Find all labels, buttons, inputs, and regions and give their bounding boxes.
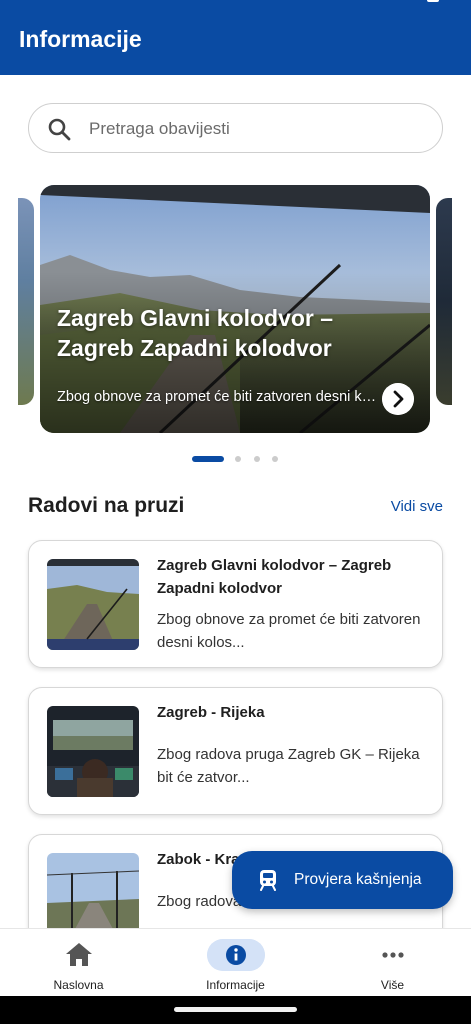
next-slide-preview[interactable] bbox=[436, 198, 452, 405]
pagination-dot-active[interactable] bbox=[192, 456, 224, 462]
nav-item-more[interactable]: Više bbox=[314, 929, 471, 997]
nav-item-home[interactable]: Naslovna bbox=[0, 929, 157, 997]
search-icon bbox=[48, 118, 71, 141]
page-title: Informacije bbox=[19, 26, 142, 52]
card-thumbnail bbox=[47, 706, 139, 797]
search-placeholder: Pretraga obavijesti bbox=[89, 119, 230, 138]
info-icon bbox=[206, 939, 265, 971]
news-card[interactable]: Zagreb Glavni kolodvor – Zagreb Zapadni … bbox=[28, 540, 443, 668]
chevron-right-icon[interactable] bbox=[382, 383, 414, 415]
nav-label-home: Naslovna bbox=[53, 978, 104, 992]
carousel-slide[interactable]: Zagreb Glavni kolodvor – Zagreb Zapadni … bbox=[40, 185, 430, 433]
card-title: Zagreb - Rijeka bbox=[157, 704, 265, 721]
nav-item-info[interactable]: Informacije bbox=[157, 929, 314, 997]
pagination-dot[interactable] bbox=[254, 456, 260, 462]
card-thumbnail bbox=[47, 559, 139, 650]
more-icon bbox=[381, 952, 404, 958]
bottom-navigation: Naslovna Informacije Više bbox=[0, 928, 471, 996]
slide-title: Zagreb Glavni kolodvor – Zagreb Zapadni … bbox=[57, 305, 334, 361]
nav-label-more: Više bbox=[380, 978, 405, 992]
news-carousel[interactable]: Zagreb Glavni kolodvor – Zagreb Zapadni … bbox=[0, 185, 471, 435]
nav-label-info: Informacije bbox=[206, 978, 265, 992]
card-text: Zbog obnove za promet će biti zatvoren d… bbox=[157, 611, 421, 651]
previous-slide-preview[interactable] bbox=[18, 198, 34, 405]
pagination-dot[interactable] bbox=[235, 456, 241, 462]
pagination-dot[interactable] bbox=[272, 456, 278, 462]
delay-check-label: Provjera kašnjenja bbox=[294, 871, 422, 888]
app-bar: Informacije bbox=[0, 0, 471, 75]
train-icon bbox=[260, 870, 276, 891]
card-title: Zagreb Glavni kolodvor – Zagreb Zapadni … bbox=[157, 557, 392, 597]
card-text: Zbog radova pruga Zagreb GK – Rijeka bit… bbox=[157, 746, 420, 786]
system-gesture-bar bbox=[0, 996, 471, 1024]
slide-text: Zbog obnove za promet će biti zatvoren d… bbox=[57, 389, 379, 405]
battery-icon bbox=[427, 0, 439, 2]
home-icon bbox=[65, 943, 92, 966]
home-gesture-handle[interactable] bbox=[174, 1007, 297, 1012]
search-input[interactable]: Pretraga obavijesti bbox=[28, 103, 443, 153]
delay-check-button[interactable]: Provjera kašnjenja bbox=[232, 851, 453, 909]
news-card[interactable]: Zagreb - Rijeka Zbog radova pruga Zagreb… bbox=[28, 687, 443, 815]
see-all-link[interactable]: Vidi sve bbox=[391, 498, 443, 515]
section-title: Radovi na pruzi bbox=[28, 494, 185, 517]
